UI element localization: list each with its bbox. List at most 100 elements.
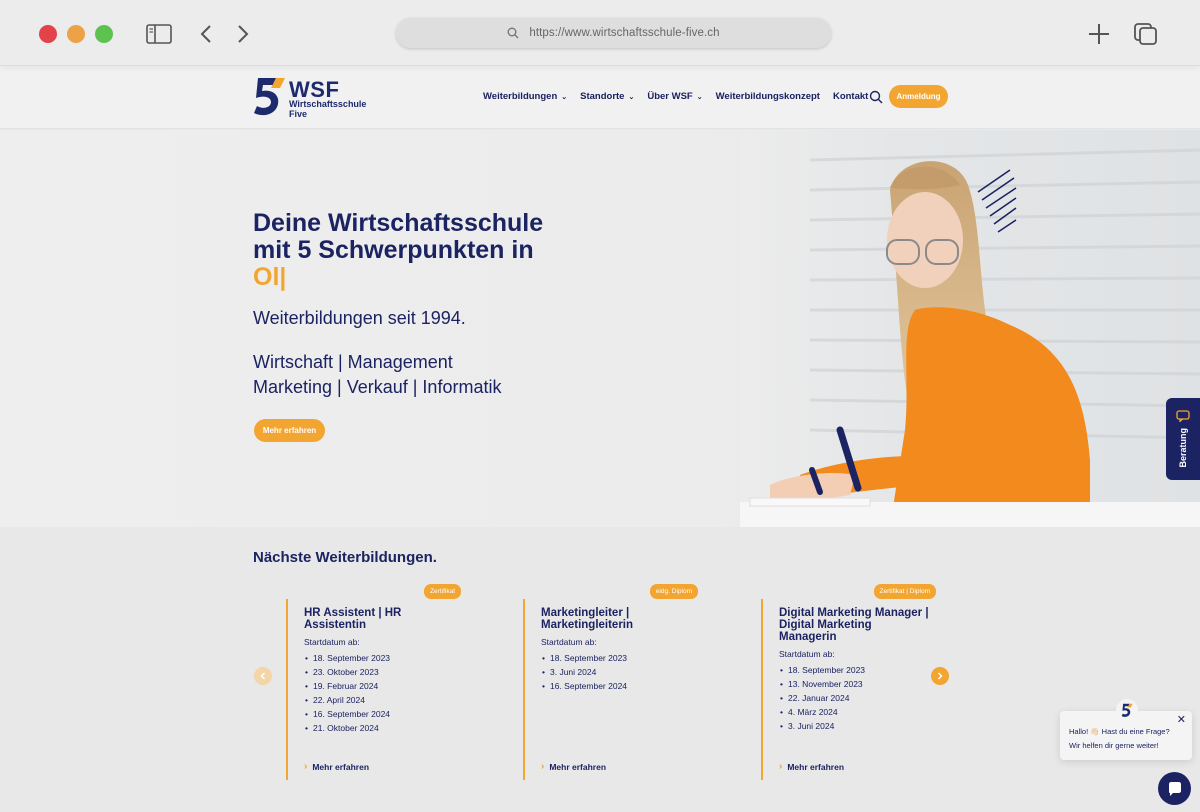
courses-heading: Nächste Weiterbildungen. bbox=[253, 549, 437, 566]
chat-avatar bbox=[1116, 699, 1138, 721]
course-card[interactable]: Zertifikat | Diplom Digital Marketing Ma… bbox=[761, 584, 936, 780]
course-date: 3. Juni 2024 bbox=[779, 719, 865, 733]
chevron-down-icon: ⌄ bbox=[561, 93, 568, 101]
course-date: 22. April 2024 bbox=[304, 693, 390, 707]
chevron-right-icon bbox=[937, 672, 943, 680]
course-card[interactable]: eidg. Diplom Marketingleiter | Marketing… bbox=[523, 584, 698, 780]
course-dates: 18. September 2023 23. Oktober 2023 19. … bbox=[304, 651, 390, 735]
hero-title-line2: mit 5 Schwerpunkten in bbox=[253, 236, 534, 264]
chevron-right-icon: › bbox=[779, 761, 783, 772]
nav-ueber-wsf-label: Über WSF bbox=[647, 91, 693, 102]
chat-launcher-button[interactable] bbox=[1158, 772, 1191, 805]
course-date: 16. September 2024 bbox=[541, 679, 627, 693]
close-window-button[interactable] bbox=[39, 25, 57, 43]
hero-title-line1: Deine Wirtschaftsschule bbox=[253, 209, 544, 237]
chevron-down-icon: ⌄ bbox=[696, 93, 703, 101]
logo-subtitle-line2: Five bbox=[289, 108, 308, 119]
hero-title-accent: Ol| bbox=[253, 263, 287, 291]
address-url: https://www.wirtschaftsschule-five.ch bbox=[529, 27, 720, 39]
hero-title: Deine Wirtschaftsschule mit 5 Schwerpunk… bbox=[253, 210, 593, 291]
chat-help-text: Wir helfen dir gerne weiter! bbox=[1069, 741, 1159, 750]
course-more-link[interactable]: › Mehr erfahren bbox=[779, 761, 844, 772]
course-badge: Zertifikat bbox=[424, 584, 461, 599]
chevron-down-icon: ⌄ bbox=[628, 93, 635, 101]
course-date: 21. Oktober 2024 bbox=[304, 721, 390, 735]
course-more-label: Mehr erfahren bbox=[787, 761, 845, 772]
course-dates-block: Startdatum ab: 18. September 2023 23. Ok… bbox=[304, 637, 390, 735]
course-badge: Zertifikat | Diplom bbox=[873, 584, 936, 599]
chevron-left-icon bbox=[260, 672, 266, 680]
course-start-label: Startdatum ab: bbox=[541, 637, 597, 647]
main-navigation: Weiterbildungen ⌄ Standorte ⌄ Über WSF ⌄ We… bbox=[483, 91, 868, 102]
course-date: 16. September 2024 bbox=[304, 707, 390, 721]
nav-weiterbildungen-label: Weiterbildungen bbox=[483, 91, 558, 102]
search-icon bbox=[507, 27, 519, 39]
wsf-logo-mark bbox=[254, 78, 285, 116]
course-more-label: Mehr erfahren bbox=[312, 761, 370, 772]
carousel-prev-button[interactable] bbox=[254, 667, 272, 685]
course-dates-block: Startdatum ab: 18. September 2023 13. No… bbox=[779, 649, 865, 733]
address-bar[interactable]: https://www.wirtschaftsschule-five.ch bbox=[396, 18, 831, 48]
hero-more-button[interactable]: Mehr erfahren bbox=[254, 419, 325, 442]
chat-bubble-icon bbox=[1176, 410, 1190, 423]
new-tab-icon[interactable] bbox=[1085, 20, 1113, 48]
course-title[interactable]: HR Assistent | HR Assistentin bbox=[304, 607, 454, 631]
carousel-next-button[interactable] bbox=[931, 667, 949, 685]
course-date: 18. September 2023 bbox=[304, 651, 390, 665]
nav-kontakt-label: Kontakt bbox=[832, 91, 869, 102]
course-more-link[interactable]: › Mehr erfahren bbox=[304, 761, 369, 772]
course-date: 23. Oktober 2023 bbox=[304, 665, 390, 679]
course-dates: 18. September 2023 13. November 2023 22.… bbox=[779, 663, 865, 733]
chat-popup[interactable]: ✕ Hallo! 👋🏻 Hast du eine Frage? Wir helf… bbox=[1060, 699, 1192, 760]
hero-subtitle: Weiterbildungen seit 1994. bbox=[253, 308, 466, 328]
course-date: 3. Juni 2024 bbox=[541, 665, 627, 679]
nav-kontakt[interactable]: Kontakt bbox=[833, 91, 868, 102]
course-date: 4. März 2024 bbox=[779, 705, 865, 719]
course-date: 19. Februar 2024 bbox=[304, 679, 390, 693]
course-title[interactable]: Digital Marketing Manager | Digital Mark… bbox=[779, 607, 929, 643]
hero-topics-line1: Wirtschaft | Management bbox=[253, 352, 453, 372]
beratung-side-tab[interactable]: Beratung bbox=[1166, 398, 1200, 480]
nav-weiterbildungen[interactable]: Weiterbildungen ⌄ bbox=[483, 91, 567, 102]
sidebar-icon[interactable] bbox=[145, 20, 173, 48]
chat-icon bbox=[1168, 781, 1181, 796]
minimize-window-button[interactable] bbox=[67, 25, 85, 43]
chevron-right-icon: › bbox=[541, 761, 545, 772]
logo-subtitle: Wirtschaftsschule Five bbox=[289, 99, 366, 119]
site-header: WSF Wirtschaftsschule Five Weiterbildung… bbox=[0, 66, 1200, 129]
browser-toolbar: https://www.wirtschaftsschule-five.ch bbox=[0, 0, 1200, 66]
chat-greeting: Hallo! 👋🏻 Hast du eine Frage? bbox=[1069, 727, 1170, 736]
wsf-logo-mark bbox=[1121, 703, 1133, 717]
course-start-label: Startdatum ab: bbox=[779, 649, 835, 659]
hero-topics: Wirtschaft | Management Marketing | Verk… bbox=[253, 350, 501, 400]
nav-weiterbildungskonzept-label: Weiterbildungskonzept bbox=[715, 91, 820, 102]
beratung-label: Beratung bbox=[1178, 428, 1188, 468]
course-date: 22. Januar 2024 bbox=[779, 691, 865, 705]
nav-standorte[interactable]: Standorte ⌄ bbox=[580, 91, 634, 102]
course-title[interactable]: Marketingleiter | Marketingleiterin bbox=[541, 607, 691, 631]
close-icon[interactable]: ✕ bbox=[1177, 713, 1186, 726]
course-date: 18. September 2023 bbox=[779, 663, 865, 677]
anmeldung-button[interactable]: Anmeldung bbox=[889, 85, 948, 108]
maximize-window-button[interactable] bbox=[95, 25, 113, 43]
site-search-icon[interactable] bbox=[869, 90, 884, 105]
hero-photo-woman-writing bbox=[740, 130, 1200, 527]
courses-section: Nächste Weiterbildungen. Zertifikat HR A… bbox=[0, 527, 1200, 812]
course-dates-block: Startdatum ab: 18. September 2023 3. Jun… bbox=[541, 637, 627, 693]
back-icon[interactable] bbox=[192, 20, 220, 48]
course-badge: eidg. Diplom bbox=[649, 584, 698, 599]
course-start-label: Startdatum ab: bbox=[304, 637, 360, 647]
nav-weiterbildungskonzept[interactable]: Weiterbildungskonzept bbox=[716, 91, 820, 102]
forward-icon[interactable] bbox=[229, 20, 257, 48]
course-more-label: Mehr erfahren bbox=[549, 761, 607, 772]
course-card[interactable]: Zertifikat HR Assistent | HR Assistentin… bbox=[286, 584, 461, 780]
course-date: 18. September 2023 bbox=[541, 651, 627, 665]
hero-topics-line2: Marketing | Verkauf | Informatik bbox=[253, 377, 502, 397]
course-more-link[interactable]: › Mehr erfahren bbox=[541, 761, 606, 772]
wsf-logo[interactable]: WSF Wirtschaftsschule Five bbox=[252, 76, 372, 120]
nav-ueber-wsf[interactable]: Über WSF ⌄ bbox=[647, 91, 702, 102]
course-date: 13. November 2023 bbox=[779, 677, 865, 691]
hero-section: Deine Wirtschaftsschule mit 5 Schwerpunk… bbox=[0, 130, 1200, 527]
chevron-right-icon: › bbox=[304, 761, 308, 772]
tabs-overview-icon[interactable] bbox=[1132, 20, 1160, 48]
